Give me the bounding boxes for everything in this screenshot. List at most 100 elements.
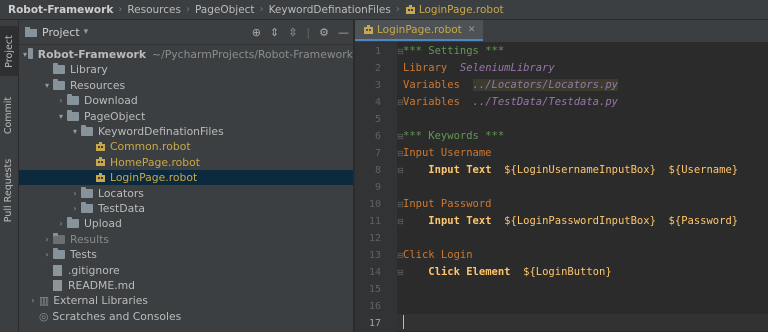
folder-icon (81, 186, 93, 198)
code-line-8: Input Text ${LoginUsernameInputBox} ${Us… (403, 162, 738, 179)
hide-panel-icon[interactable]: — (338, 26, 349, 39)
tree-item[interactable]: › ▥ External Libraries (19, 293, 353, 308)
line-number: 12 (368, 233, 381, 244)
project-panel-header: Project ▾ ⊕ ⇕ ⇳ | ⚙ — (19, 20, 353, 45)
tool-window-strip: Project Commit Pull Requests (0, 20, 19, 332)
chevron-right-icon[interactable]: › (55, 219, 67, 228)
chevron-down-icon[interactable]: ▾ (22, 50, 27, 59)
chevron-right-icon[interactable]: › (41, 250, 53, 259)
folder-icon (81, 125, 93, 136)
gear-icon[interactable]: ⚙ (319, 26, 329, 39)
tree-item-label: Library (70, 63, 108, 77)
breadcrumb-item-resources[interactable]: Resources (127, 4, 181, 16)
code-line-14: Click Element ${LoginButton} (403, 264, 612, 281)
keyword-name: Input Username (403, 147, 492, 159)
tree-item[interactable]: HomePage.robot (19, 155, 353, 170)
chevron-down-icon[interactable]: ▾ (69, 127, 81, 136)
chevron-right-icon[interactable]: › (55, 96, 67, 105)
project-view-selector[interactable]: Project (42, 26, 80, 39)
tree-item[interactable]: ◎ Scratches and Consoles (19, 309, 353, 324)
project-panel: Project ▾ ⊕ ⇕ ⇳ | ⚙ — ▾ Robot-Framework ~/… (19, 20, 353, 332)
folder-icon (67, 109, 79, 121)
keyword-name: Click Login (403, 249, 473, 261)
folder-icon (67, 94, 79, 106)
tree-item[interactable]: › Upload (19, 216, 353, 231)
section-header: *** Settings *** (403, 45, 505, 57)
line-number: 10 (368, 199, 381, 210)
code-line-1: *** Settings *** (403, 43, 504, 60)
step-argument: ${Password} (668, 215, 739, 227)
tree-item[interactable]: Common.robot (19, 139, 353, 154)
tree-item-label: Resources (70, 78, 126, 92)
keyword-name: Input Password (403, 198, 492, 210)
tree-item[interactable]: › Results (19, 232, 353, 247)
chevron-right-icon: › (118, 4, 123, 15)
tree-item[interactable]: ▾ PageObject (19, 109, 353, 124)
tree-item-label: Results (70, 232, 109, 246)
tree-item-label: Robot-Framework (37, 48, 147, 61)
tree-item[interactable]: README.md (19, 278, 353, 293)
setting-value: SeleniumLibrary (459, 62, 555, 74)
separator: | (306, 25, 311, 39)
breadcrumb-item-loginpage[interactable]: LoginPage.robot (419, 4, 504, 16)
chevron-down-icon[interactable]: ▾ (84, 27, 89, 37)
tree-item[interactable]: .gitignore (19, 263, 353, 278)
code-editor[interactable]: ⊟ *** Settings *** Library SeleniumLibra… (397, 42, 768, 332)
line-number: 9 (374, 182, 381, 193)
expand-all-icon[interactable]: ⇕ (270, 26, 279, 39)
setting-keyword: Variables (403, 96, 460, 108)
step-keyword: Input Text (428, 215, 492, 227)
tree-item[interactable]: › Locators (19, 186, 353, 201)
tree-item[interactable]: ▾ KeywordDefinationFiles (19, 124, 353, 139)
breadcrumb-item-project[interactable]: Robot-Framework (8, 4, 113, 16)
tree-item[interactable]: ▾ Resources (19, 78, 353, 93)
tab-project[interactable]: Project (0, 26, 18, 76)
folder-icon (53, 248, 65, 260)
code-line-10: Input Password (403, 196, 492, 213)
chevron-right-icon[interactable]: › (41, 235, 53, 244)
chevron-right-icon[interactable]: › (69, 189, 81, 198)
code-line-2: Library SeleniumLibrary (403, 60, 555, 77)
code-line-6: *** Keywords *** (403, 128, 504, 145)
folder-icon (67, 217, 79, 229)
tree-item-label: Tests (70, 248, 97, 262)
tree-item-path-hint: ~/PycharmProjects/Robot-Framework (152, 48, 353, 61)
tree-item-label: .gitignore (68, 263, 120, 277)
line-number: 13 (368, 250, 381, 261)
editor-tab-loginpage[interactable]: LoginPage.robot ✕ (355, 20, 484, 41)
locate-file-icon[interactable]: ⊕ (252, 26, 261, 39)
scratches-icon: ◎ (39, 309, 49, 323)
collapse-all-icon[interactable]: ⇳ (288, 26, 297, 39)
chevron-down-icon[interactable]: ▾ (55, 112, 67, 121)
folder-icon (53, 232, 65, 244)
line-number: 16 (368, 301, 381, 312)
breadcrumb-item-pageobject[interactable]: PageObject (195, 4, 255, 16)
close-icon[interactable]: ✕ (468, 25, 476, 35)
text-caret (403, 315, 404, 329)
chevron-right-icon: › (259, 4, 264, 15)
robot-file-icon (96, 172, 105, 182)
line-number: 11 (368, 216, 381, 227)
line-number: 14 (368, 267, 381, 278)
step-keyword: Input Text (428, 164, 492, 176)
tree-item[interactable]: ▾ Robot-Framework ~/PycharmProjects/Robot-… (19, 47, 353, 62)
tree-item-label: TestData (98, 202, 146, 215)
tree-item[interactable]: › Tests (19, 247, 353, 262)
tree-item[interactable]: › TestData (19, 201, 353, 216)
chevron-right-icon[interactable]: › (27, 296, 39, 305)
line-number: 4 (374, 97, 381, 108)
tab-commit[interactable]: Commit (0, 90, 18, 140)
breadcrumb: Robot-Framework › Resources › PageObject… (0, 0, 768, 20)
tree-item[interactable]: › Download (19, 93, 353, 108)
breadcrumb-item-keyworddefinationfiles[interactable]: KeywordDefinationFiles (269, 4, 391, 16)
tree-item[interactable]: LoginPage.robot (19, 170, 353, 186)
editor-tab-label: LoginPage.robot (377, 23, 462, 36)
tree-item-label: PageObject (84, 109, 146, 123)
step-argument: ${LoginButton} (523, 266, 612, 278)
chevron-right-icon[interactable]: › (69, 204, 81, 213)
code-line-7: Input Username (403, 145, 492, 162)
tree-item-label: KeywordDefinationFiles (98, 125, 224, 138)
chevron-down-icon[interactable]: ▾ (41, 81, 53, 90)
tab-pull-requests[interactable]: Pull Requests (0, 150, 18, 230)
tree-item[interactable]: Library (19, 62, 353, 77)
